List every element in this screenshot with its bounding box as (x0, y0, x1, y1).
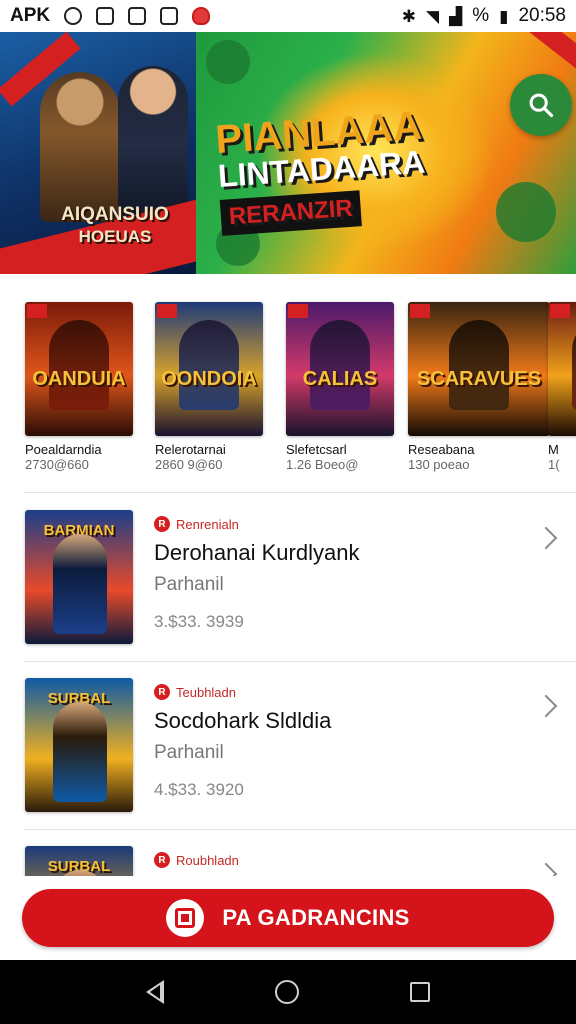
download-icon (160, 7, 179, 25)
bottom-cta-bar: PA GADRANCINS (0, 876, 576, 960)
tag-icon: R (154, 684, 170, 700)
thumbnail-character (53, 534, 107, 634)
primary-cta-button[interactable]: PA GADRANCINS (22, 889, 554, 947)
tag-icon: R (154, 852, 170, 868)
cover-character (572, 320, 576, 410)
cta-label: PA GADRANCINS (222, 905, 410, 930)
hero-splat (206, 40, 250, 84)
status-bar: APK ✱ ◥ ▟ % ▮ 20:58 (0, 0, 576, 32)
list-item-thumbnail: SURBAL (25, 678, 133, 812)
cover-character (310, 320, 370, 410)
battery-icon: ▮ (499, 6, 509, 26)
app-notification-icon (96, 7, 115, 25)
system-nav-bar (0, 960, 576, 1024)
list-item[interactable]: BARMIAN R Renrenialn Derohanai Kurdlyank Par… (0, 494, 576, 662)
cover-character (179, 320, 239, 410)
cover-title: OONDOIA (161, 368, 257, 390)
cover-character (49, 320, 109, 410)
cover-character (449, 320, 509, 410)
shelf-item-subtitle: 1( (548, 457, 560, 472)
gallery-icon (128, 7, 147, 25)
cover-badge (27, 304, 47, 318)
shelf-item[interactable]: OONDOIA Relerotarnai 2860 9@60 (155, 302, 263, 472)
recents-icon[interactable] (410, 982, 431, 1002)
list-item-tag: R Teubhladn (154, 684, 236, 700)
list-item-thumbnail: BARMIAN (25, 510, 133, 644)
hero-corner-ribbon (528, 32, 576, 81)
cover-title: CALIAS (302, 368, 378, 390)
shelf-item[interactable]: M 1( (548, 302, 576, 472)
bluetooth-icon: ✱ (401, 6, 417, 26)
shelf-item-subtitle: 1.26 Boeo@ (286, 457, 359, 472)
status-right: ✱ ◥ ▟ % ▮ 20:58 (402, 5, 566, 27)
list-item[interactable]: SURBAL R Teubhladn Socdohark Sldldia Parhani… (0, 662, 576, 830)
shelf-item[interactable]: OANDUIA Poealdarndia 2730@660 (25, 302, 133, 472)
list-item-tag-label: Teubhladn (176, 684, 236, 700)
shelf-item-title: Poealdarndia (25, 442, 102, 457)
home-icon[interactable] (274, 980, 299, 1004)
shelf-cover-image: OONDOIA (155, 302, 263, 436)
status-app-label: APK (10, 5, 51, 26)
chevron-right-icon (534, 526, 558, 550)
hero-character-cowboy (40, 72, 120, 222)
shelf-cover-image: SCARAVUES (408, 302, 550, 436)
shelf-item-subtitle: 130 poeao (408, 457, 470, 472)
search-icon (529, 93, 554, 118)
store-icon-glyph (175, 908, 196, 928)
shelf-cover-image (548, 302, 576, 436)
shelf-cover-image: CALIAS (286, 302, 394, 436)
featured-shelf[interactable]: OANDUIA Poealdarndia 2730@660 OONDOIA Relero… (0, 292, 576, 482)
cover-title: SCARAVUES (416, 368, 542, 390)
wifi-icon: ◥ (426, 6, 440, 26)
cover-badge (157, 304, 177, 318)
chevron-right-icon (534, 694, 558, 718)
app-screen: APK ✱ ◥ ▟ % ▮ 20:58 AIQANSUIO HOEUAS PIA… (0, 0, 576, 1024)
search-button[interactable] (510, 74, 572, 136)
status-left: APK (10, 5, 211, 27)
list-item-meta: 3.$33. 3939 (154, 612, 244, 631)
hero-left-subtitle: HOEUAS (78, 227, 152, 246)
battery-percent: % (472, 5, 490, 26)
shelf-item-subtitle: 2730@660 (25, 457, 89, 472)
hero-splat (496, 182, 556, 242)
cover-badge (288, 304, 308, 318)
shelf-item[interactable]: SCARAVUES Reseabana 130 poeao (408, 302, 550, 472)
shelf-item-title: Slefetcsarl (286, 442, 347, 457)
list-item-tag-label: Roubhladn (176, 852, 239, 868)
status-time: 20:58 (518, 5, 566, 26)
shelf-item-title: Relerotarnai (155, 442, 226, 457)
list-item-subtitle: Parhanil (154, 742, 224, 763)
hero-left-title-text: AIQANSUIO (61, 204, 169, 225)
list-item-tag: R Renrenialn (154, 516, 239, 532)
shelf-item-title: Reseabana (408, 442, 475, 457)
list-item-tag: R Roubhladn (154, 852, 239, 868)
list-item-meta: 4.$33. 3920 (154, 780, 244, 799)
shelf-item-title: M (548, 442, 559, 457)
hero-banner[interactable]: AIQANSUIO HOEUAS PIANLAAA LINTADAARA RER… (0, 32, 576, 274)
cover-badge (410, 304, 430, 318)
list-item-title: Socdohark Sldldia (154, 708, 332, 733)
hero-character-hero (118, 66, 188, 226)
hero-left-art: AIQANSUIO HOEUAS (0, 32, 244, 274)
cover-title: OANDUIA (32, 368, 126, 390)
thumbnail-character (53, 702, 107, 802)
tag-icon: R (154, 516, 170, 532)
list-item-title: Derohanai Kurdlyank (154, 540, 360, 565)
notification-icon (64, 7, 83, 25)
signal-icon: ▟ (449, 6, 463, 26)
shelf-item[interactable]: CALIAS Slefetcsarl 1.26 Boeo@ (286, 302, 394, 472)
list-item-subtitle: Parhanil (154, 574, 224, 595)
cover-badge (550, 304, 570, 318)
hero-left-title: AIQANSUIO HOEUAS (40, 204, 190, 248)
back-icon[interactable] (145, 980, 164, 1004)
hero-title: PIANLAAA LINTADAARA RERANZIR (214, 104, 451, 236)
list-item-tag-label: Renrenialn (176, 516, 239, 532)
store-icon (166, 899, 205, 937)
alert-icon (192, 7, 211, 25)
shelf-cover-image: OANDUIA (25, 302, 133, 436)
shelf-item-subtitle: 2860 9@60 (155, 457, 223, 472)
divider (24, 492, 576, 493)
